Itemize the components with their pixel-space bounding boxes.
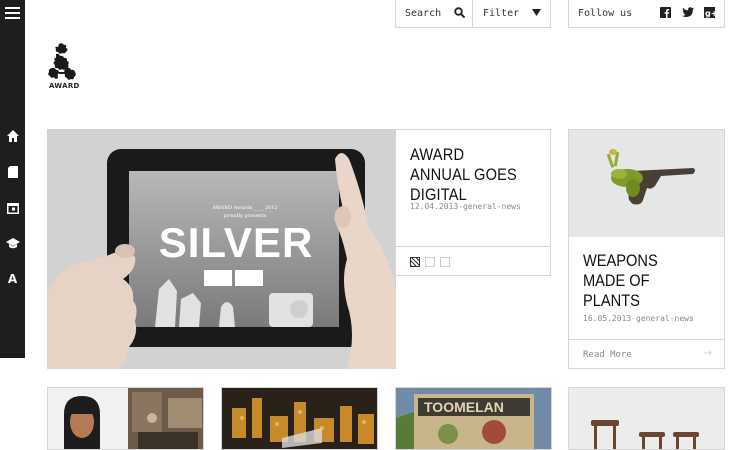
home-icon <box>6 130 19 142</box>
follow-us-bar: Follow us g+ <box>568 0 725 28</box>
poster-photo: TOOMELAN <box>396 388 551 449</box>
twitter-icon[interactable] <box>682 7 694 18</box>
side-nav: A <box>0 0 25 358</box>
nav-award[interactable]: A <box>0 270 25 288</box>
slide-dot-1[interactable] <box>410 257 420 267</box>
arrow-right-icon[interactable]: → <box>704 348 712 359</box>
article-title[interactable]: WEAPONS MADE OF PLANTS <box>583 251 699 311</box>
facebook-icon[interactable] <box>660 7 671 18</box>
hero-image[interactable]: AWARD Awards_____2012 proudly presents S… <box>47 129 396 369</box>
slide-dot-3[interactable] <box>440 257 450 267</box>
thumb-card-1[interactable] <box>47 387 204 450</box>
plant-gun-photo <box>569 130 724 237</box>
slide-pager <box>410 257 450 267</box>
search-icon[interactable] <box>454 7 465 18</box>
hero-meta: 12.04.2013-general-news <box>410 202 521 211</box>
hero-article-panel[interactable]: AWARD ANNUAL GOES DIGITAL 12.04.2013-gen… <box>395 129 551 276</box>
filter-dropdown[interactable]: Filter <box>472 0 551 28</box>
svg-text:g+: g+ <box>705 9 715 18</box>
article-card[interactable]: WEAPONS MADE OF PLANTS 16.05.2013-genera… <box>568 129 725 369</box>
thumb-card-3[interactable]: TOOMELAN <box>395 387 552 450</box>
nav-education-icon[interactable] <box>0 234 25 252</box>
article-meta: 16.05.2013-general-news <box>583 314 694 323</box>
thumb-card-4[interactable] <box>568 387 725 450</box>
award-letter-icon: A <box>7 272 18 286</box>
calendar-icon <box>6 203 19 214</box>
hero-title[interactable]: AWARD ANNUAL GOES DIGITAL <box>410 145 522 205</box>
google-plus-icon[interactable]: g+ <box>704 7 715 18</box>
tablet-headline: SILVER <box>158 219 314 266</box>
tablet-header: AWARD Awards_____2012 <box>212 205 278 211</box>
read-more-link[interactable]: Read More <box>583 350 632 360</box>
svg-text:TOOMELAN: TOOMELAN <box>424 399 504 415</box>
hamburger-icon[interactable] <box>5 7 20 19</box>
portrait-photo <box>48 388 203 449</box>
nav-home-icon[interactable] <box>0 127 25 145</box>
chevron-down-icon <box>532 9 541 16</box>
nav-bookmark-icon[interactable] <box>0 163 25 181</box>
filter-label: Filter <box>483 8 520 19</box>
bookmark-icon <box>7 166 18 178</box>
article-image[interactable] <box>569 130 724 237</box>
search-box[interactable]: Search <box>395 0 473 28</box>
stools-photo <box>569 388 724 449</box>
divider <box>396 246 550 247</box>
follow-label: Follow us <box>578 8 633 19</box>
city-night-photo <box>222 388 377 449</box>
mortarboard-icon <box>5 237 20 248</box>
search-label: Search <box>405 8 442 19</box>
logo-text: AWARD <box>49 82 80 90</box>
nav-calendar-icon[interactable] <box>0 199 25 217</box>
thumb-card-2[interactable] <box>221 387 378 450</box>
divider <box>569 339 724 340</box>
slide-dot-2[interactable] <box>425 257 435 267</box>
